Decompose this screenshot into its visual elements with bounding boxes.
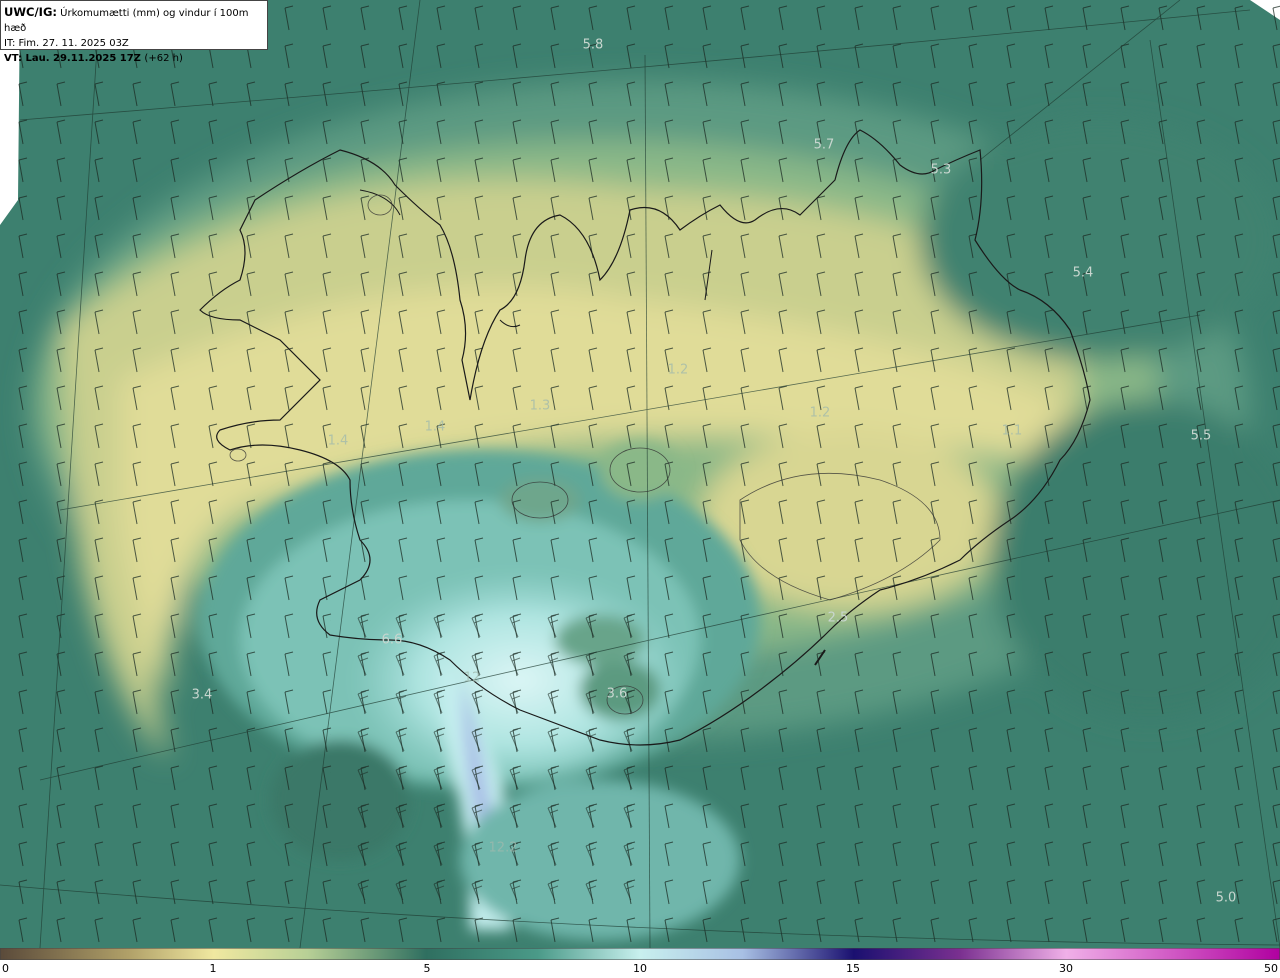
colorbar	[0, 948, 1280, 960]
colorbar-tick: 5	[423, 962, 431, 975]
map-area: 5.8 5.7 5.3 5.4 5.5 6.6 3.4 3.6 2.5 5.0 …	[0, 0, 1280, 948]
model-name: UWC/IG:	[4, 5, 57, 19]
forecast-hour: (+62 h)	[144, 53, 183, 64]
contour-label: 5.5	[1190, 428, 1212, 444]
colorbar-ticks: 0 1 5 10 15 30 50	[0, 960, 1280, 978]
contour-label: 12.2	[488, 840, 518, 856]
precipitation-map	[0, 0, 1280, 948]
contour-label: 1.2	[667, 362, 689, 378]
valid-time: VT: Lau. 29.11.2025 17Z	[4, 53, 141, 64]
contour-label: 3.4	[191, 687, 213, 703]
info-box: UWC/IG: Úrkomumætti (mm) og vindur í 100…	[0, 0, 268, 64]
colorbar-tick: 1	[209, 962, 217, 975]
colorbar-tick: 30	[1059, 962, 1073, 975]
colorbar-tick: 0	[2, 962, 9, 975]
contour-label: 5.0	[1215, 890, 1237, 906]
contour-label: 1.2	[809, 405, 831, 421]
contour-label: 2.5	[827, 610, 849, 626]
colorbar-tick: 50	[1264, 962, 1278, 975]
contour-label: 5.7	[813, 137, 835, 153]
contour-label: 5.8	[582, 37, 604, 53]
contour-label: 1.4	[424, 419, 446, 435]
contour-label: 6.6	[381, 632, 403, 648]
contour-label: 5.4	[1072, 265, 1094, 281]
contour-label: 3.6	[606, 686, 628, 702]
contour-label: 1.4	[327, 433, 349, 449]
contour-label: 5.3	[930, 162, 952, 178]
contour-label: 1.1	[1001, 423, 1023, 439]
colorbar-tick: 10	[633, 962, 647, 975]
colorbar-tick: 15	[846, 962, 860, 975]
contour-label: 1.3	[529, 398, 551, 414]
contour-label: 12	[463, 670, 481, 686]
initial-time: IT: Fim. 27. 11. 2025 03Z	[4, 38, 129, 49]
